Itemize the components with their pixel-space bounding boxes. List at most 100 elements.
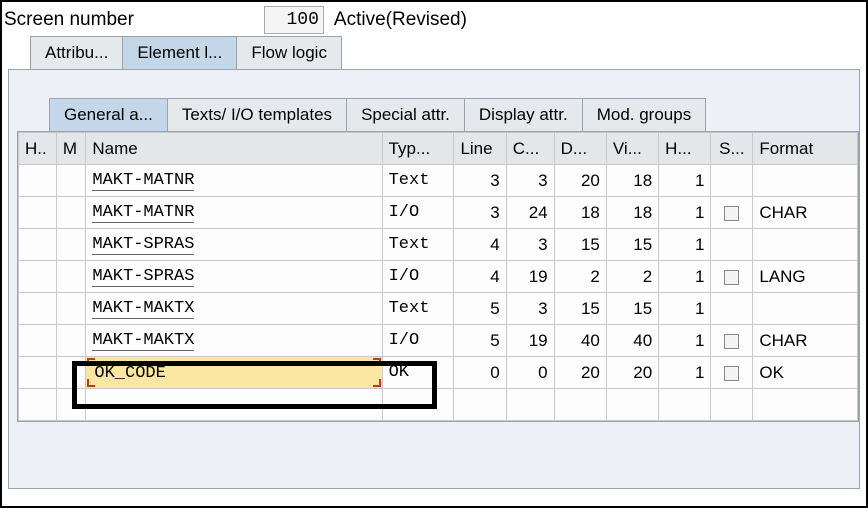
cell-height: 1 <box>659 229 711 261</box>
cell-col: 0 <box>506 357 554 389</box>
tab-texts-io[interactable]: Texts/ I/O templates <box>167 98 347 131</box>
checkbox-icon[interactable] <box>724 206 739 221</box>
cell-format <box>753 165 858 197</box>
table-row[interactable]: MAKT-MATNRI/O32418181CHAR <box>19 197 858 229</box>
checkbox-icon[interactable] <box>724 334 739 349</box>
table-row-empty[interactable] <box>19 389 858 421</box>
cell-vislen: 20 <box>606 357 658 389</box>
cell-deflen: 20 <box>554 165 606 197</box>
cell-height: 1 <box>659 293 711 325</box>
inner-tabs: General a... Texts/ I/O templates Specia… <box>49 98 859 131</box>
col-type[interactable]: Typ... <box>382 133 454 165</box>
cell-line: 0 <box>454 357 506 389</box>
cell-name[interactable]: MAKT-MATNR <box>86 197 382 229</box>
screen-status: Active(Revised) <box>334 9 467 31</box>
cell-name[interactable]: MAKT-SPRAS <box>86 229 382 261</box>
cell-scroll <box>711 293 753 325</box>
cell-scroll[interactable] <box>711 261 753 293</box>
cell-vislen: 18 <box>606 197 658 229</box>
cell-col: 3 <box>506 229 554 261</box>
cell-type: OK <box>382 357 454 389</box>
col-s[interactable]: S... <box>711 133 753 165</box>
cell-name[interactable]: MAKT-SPRAS <box>86 261 382 293</box>
cell-format: CHAR <box>753 325 858 357</box>
cell-line: 5 <box>454 325 506 357</box>
cell-format: LANG <box>753 261 858 293</box>
cell-scroll <box>711 229 753 261</box>
cell-col: 24 <box>506 197 554 229</box>
cell-deflen: 40 <box>554 325 606 357</box>
cell-deflen: 15 <box>554 229 606 261</box>
cell-line: 3 <box>454 165 506 197</box>
cell-format <box>753 229 858 261</box>
table-row[interactable]: MAKT-MAKTXText5315151 <box>19 293 858 325</box>
checkbox-icon[interactable] <box>724 366 739 381</box>
cell-line: 4 <box>454 261 506 293</box>
cell-vislen: 18 <box>606 165 658 197</box>
checkbox-icon[interactable] <box>724 270 739 285</box>
screen-number-input[interactable] <box>264 6 324 34</box>
cell-deflen: 2 <box>554 261 606 293</box>
col-name[interactable]: Name <box>86 133 382 165</box>
cell-type: Text <box>382 165 454 197</box>
cell-height: 1 <box>659 261 711 293</box>
table-row[interactable]: MAKT-MAKTXI/O51940401CHAR <box>19 325 858 357</box>
cell-height: 1 <box>659 357 711 389</box>
cell-scroll[interactable] <box>711 357 753 389</box>
cell-type: I/O <box>382 261 454 293</box>
table-row[interactable]: MAKT-MATNRText3320181 <box>19 165 858 197</box>
cell-height: 1 <box>659 165 711 197</box>
cell-name[interactable]: MAKT-MATNR <box>86 165 382 197</box>
col-c[interactable]: C... <box>506 133 554 165</box>
cell-line: 5 <box>454 293 506 325</box>
cell-deflen: 18 <box>554 197 606 229</box>
cell-format: CHAR <box>753 197 858 229</box>
tab-mod-groups[interactable]: Mod. groups <box>582 98 707 131</box>
cell-type: I/O <box>382 197 454 229</box>
col-line[interactable]: Line <box>454 133 506 165</box>
cell-scroll[interactable] <box>711 197 753 229</box>
col-d[interactable]: D... <box>554 133 606 165</box>
cell-height: 1 <box>659 325 711 357</box>
tab-element-list[interactable]: Element l... <box>122 36 237 69</box>
cell-deflen: 15 <box>554 293 606 325</box>
cell-col: 19 <box>506 325 554 357</box>
element-table: H.. M Name Typ... Line C... D... Vi... H… <box>18 132 858 421</box>
cell-col: 19 <box>506 261 554 293</box>
table-row[interactable]: MAKT-SPRASI/O419221LANG <box>19 261 858 293</box>
cell-vislen: 2 <box>606 261 658 293</box>
cell-format: OK <box>753 357 858 389</box>
col-format[interactable]: Format <box>753 133 858 165</box>
cell-vislen: 15 <box>606 293 658 325</box>
cell-vislen: 40 <box>606 325 658 357</box>
cell-col: 3 <box>506 293 554 325</box>
tab-general[interactable]: General a... <box>49 98 168 131</box>
cell-type: Text <box>382 229 454 261</box>
screen-number-label: Screen number <box>4 9 134 31</box>
cell-name[interactable]: MAKT-MAKTX <box>86 325 382 357</box>
col-h[interactable]: H.. <box>19 133 57 165</box>
outer-tabs: Attribu... Element l... Flow logic <box>30 36 866 69</box>
tab-display-attr[interactable]: Display attr. <box>464 98 583 131</box>
col-vi[interactable]: Vi... <box>606 133 658 165</box>
cell-type: I/O <box>382 325 454 357</box>
cell-name[interactable]: MAKT-MAKTX <box>86 293 382 325</box>
cell-height: 1 <box>659 197 711 229</box>
table-row[interactable]: MAKT-SPRASText4315151 <box>19 229 858 261</box>
cell-line: 4 <box>454 229 506 261</box>
cell-scroll[interactable] <box>711 325 753 357</box>
tab-attributes[interactable]: Attribu... <box>30 36 123 69</box>
table-row-editing[interactable]: OK0020201 OK <box>19 357 858 389</box>
tab-special-attr[interactable]: Special attr. <box>346 98 465 131</box>
cell-type: Text <box>382 293 454 325</box>
cell-col: 3 <box>506 165 554 197</box>
col-hh[interactable]: H... <box>659 133 711 165</box>
cell-deflen: 20 <box>554 357 606 389</box>
cell-line: 3 <box>454 197 506 229</box>
cell-name-edit[interactable] <box>86 357 382 389</box>
tab-flow-logic[interactable]: Flow logic <box>236 36 342 69</box>
name-input[interactable] <box>92 363 375 384</box>
cell-vislen: 15 <box>606 229 658 261</box>
col-m[interactable]: M <box>56 133 86 165</box>
cell-scroll <box>711 165 753 197</box>
